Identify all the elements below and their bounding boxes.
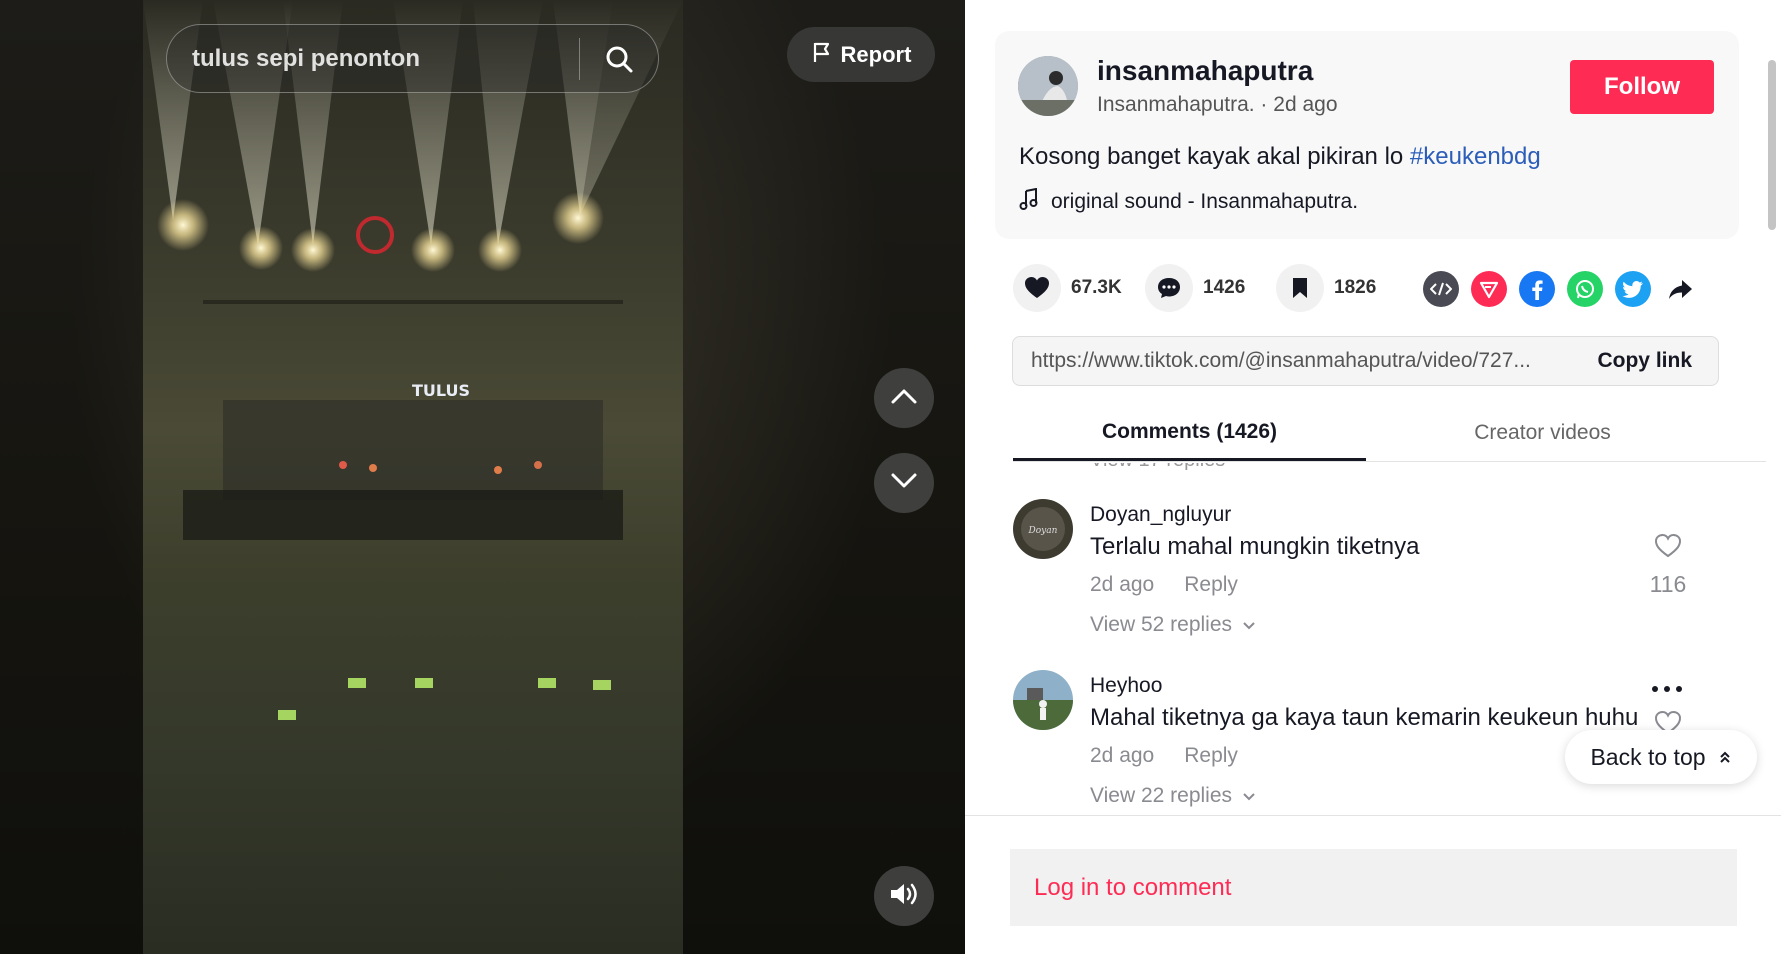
tab-creator-videos[interactable]: Creator videos — [1366, 405, 1719, 461]
app-root: TULUS tulus sepi penonton Report insanma… — [0, 0, 1781, 954]
svg-text:TULUS: TULUS — [412, 381, 470, 400]
comment-text: Terlalu mahal mungkin tiketnya — [1090, 533, 1420, 560]
action-bar: 67.3K 1426 1826 — [1013, 264, 1753, 314]
hashtag-link[interactable]: #keukenbdg — [1410, 143, 1541, 170]
view-replies-button[interactable]: View 22 replies — [1090, 784, 1256, 808]
tab-bar: Comments (1426) Creator videos — [1013, 405, 1766, 462]
reply-button[interactable]: Reply — [1184, 573, 1238, 597]
reply-button[interactable]: Reply — [1184, 744, 1238, 768]
chevron-down-icon — [1242, 784, 1256, 808]
share-link-box: https://www.tiktok.com/@insanmahaputra/v… — [1012, 336, 1719, 386]
svg-text:Doyan: Doyan — [1028, 526, 1058, 536]
author-subline: Insanmahaputra. · 2d ago — [1097, 93, 1338, 116]
comment-meta: 2d ago Reply — [1090, 573, 1238, 597]
comment-input-bar: Log in to comment — [965, 815, 1781, 954]
double-chevron-up-icon — [1718, 744, 1732, 771]
report-label: Report — [840, 41, 912, 67]
like-count: 67.3K — [1071, 277, 1122, 298]
heart-outline-icon — [1654, 533, 1682, 563]
follow-button[interactable]: Follow — [1570, 60, 1714, 114]
comment-count: 1426 — [1203, 277, 1246, 298]
heart-icon — [1013, 264, 1061, 312]
comment-like-count: 116 — [1649, 571, 1687, 597]
concert-scene: TULUS — [143, 0, 683, 720]
facebook-icon[interactable] — [1519, 271, 1555, 307]
whatsapp-icon[interactable] — [1567, 271, 1603, 307]
tab-comments[interactable]: Comments (1426) — [1013, 405, 1366, 461]
search-bar[interactable]: tulus sepi penonton — [166, 24, 659, 93]
previous-video-button[interactable] — [874, 368, 934, 428]
music-note-icon — [1019, 187, 1039, 216]
speaker-icon — [888, 880, 920, 913]
comment-timestamp: 2d ago — [1090, 744, 1155, 767]
comment-button[interactable]: 1426 — [1145, 264, 1245, 312]
author-avatar[interactable] — [1018, 56, 1078, 116]
comment-bubble-icon — [1145, 264, 1193, 312]
commenter-avatar[interactable]: Doyan — [1013, 499, 1073, 559]
chevron-down-icon — [1242, 613, 1256, 637]
copy-link-button[interactable]: Copy link — [1571, 349, 1718, 373]
twitter-icon[interactable] — [1615, 271, 1651, 307]
bookmark-icon — [1276, 264, 1324, 312]
view-replies-button[interactable]: View 52 replies — [1090, 613, 1256, 637]
video-frame[interactable]: TULUS — [143, 0, 683, 954]
flag-icon — [811, 41, 833, 69]
next-video-button[interactable] — [874, 453, 934, 513]
send-to-friends-icon[interactable] — [1471, 271, 1507, 307]
post-info-card: insanmahaputra Insanmahaputra. · 2d ago … — [995, 31, 1739, 239]
sound-link[interactable]: original sound - Insanmahaputra. — [1019, 187, 1359, 216]
back-to-top-button[interactable]: Back to top — [1565, 730, 1757, 784]
search-input[interactable]: tulus sepi penonton — [167, 45, 579, 73]
save-button[interactable]: 1826 — [1276, 264, 1376, 312]
search-icon[interactable] — [580, 25, 658, 92]
save-count: 1826 — [1334, 277, 1377, 298]
share-arrow-icon[interactable] — [1663, 271, 1699, 307]
embed-icon[interactable] — [1423, 271, 1459, 307]
more-options-icon[interactable] — [1650, 680, 1686, 698]
commenter-username[interactable]: Doyan_ngluyur — [1090, 503, 1231, 527]
video-player-area[interactable]: TULUS tulus sepi penonton Report — [0, 0, 965, 954]
comment-text: Mahal tiketnya ga kaya taun kemarin keuk… — [1090, 704, 1639, 731]
like-button[interactable]: 67.3K — [1013, 264, 1122, 312]
comment-like-button[interactable] — [1650, 533, 1686, 564]
clipped-replies-toggle[interactable]: View 17 replies — [1090, 463, 1225, 472]
view-replies-label: View 22 replies — [1090, 784, 1233, 807]
comment-meta: 2d ago Reply — [1090, 744, 1238, 768]
chevron-down-icon — [889, 471, 919, 496]
author-username[interactable]: insanmahaputra — [1097, 55, 1313, 87]
sound-label: original sound - Insanmahaputra. — [1051, 190, 1359, 213]
view-replies-label: View 52 replies — [1090, 613, 1233, 636]
commenter-avatar[interactable] — [1013, 670, 1073, 730]
back-to-top-label: Back to top — [1590, 743, 1706, 770]
details-panel: insanmahaputra Insanmahaputra. · 2d ago … — [965, 0, 1781, 954]
panel-scrollbar[interactable] — [1768, 60, 1776, 230]
volume-button[interactable] — [874, 866, 934, 926]
comment-item: Doyan Doyan_ngluyur Terlalu mahal mungki… — [1013, 499, 1733, 649]
chevron-up-icon — [889, 386, 919, 411]
comment-timestamp: 2d ago — [1090, 573, 1155, 596]
post-caption: Kosong banget kayak akal pikiran lo #keu… — [1019, 143, 1541, 171]
report-button[interactable]: Report — [787, 27, 935, 82]
share-link-text[interactable]: https://www.tiktok.com/@insanmahaputra/v… — [1013, 349, 1571, 373]
login-to-comment-button[interactable]: Log in to comment — [1010, 849, 1737, 926]
commenter-username[interactable]: Heyhoo — [1090, 674, 1162, 698]
caption-text: Kosong banget kayak akal pikiran lo — [1019, 143, 1410, 170]
